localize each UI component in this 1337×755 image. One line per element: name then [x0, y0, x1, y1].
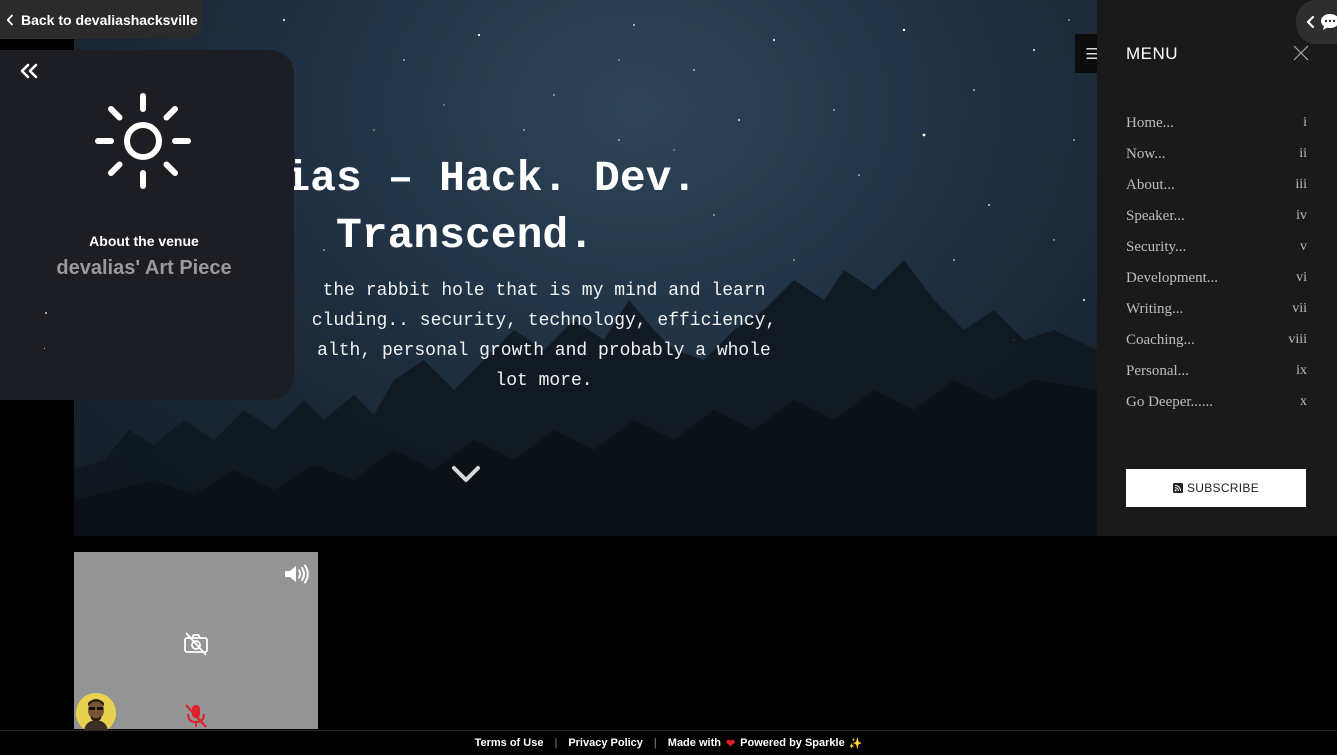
- menu-item-coaching[interactable]: Coaching... viii: [1126, 330, 1307, 361]
- menu-item-number: ix: [1296, 363, 1307, 378]
- menu-item-speaker[interactable]: Speaker... iv: [1126, 206, 1307, 237]
- menu-item-label: Home...: [1126, 115, 1174, 131]
- close-icon[interactable]: [1293, 45, 1309, 61]
- menu-item-number: v: [1300, 239, 1307, 254]
- venue-name: devalias' Art Piece: [56, 257, 232, 279]
- rss-icon: [1172, 483, 1183, 493]
- hero-subtitle-line: cluding.. security, technology, efficien…: [311, 311, 777, 331]
- menu-item-label: Speaker...: [1126, 208, 1185, 224]
- venue-description-dot: [45, 312, 47, 314]
- menu-item-number: ii: [1299, 146, 1307, 161]
- footer-separator: |: [554, 737, 558, 749]
- menu-item-number: vi: [1296, 270, 1307, 285]
- terms-of-use-link[interactable]: Terms of Use: [475, 737, 544, 749]
- hero-subtitle-line: lot more.: [495, 371, 593, 391]
- footer: Terms of Use | Privacy Policy | Made wit…: [0, 730, 1337, 755]
- chevron-left-icon: [1306, 15, 1315, 29]
- menu-item-number: viii: [1288, 332, 1307, 347]
- menu-list: Home... i Now... ii About... iii Speaker...…: [1126, 113, 1307, 423]
- menu-title: MENU: [1126, 44, 1179, 63]
- menu-item-label: Personal...: [1126, 363, 1189, 379]
- chat-toggle-button[interactable]: [1296, 0, 1337, 44]
- menu-item-security[interactable]: Security... v: [1126, 237, 1307, 268]
- heart-icon: ❤: [725, 737, 736, 750]
- camera-off-icon: [184, 632, 208, 656]
- menu-item-go-deeper[interactable]: Go Deeper...... x: [1126, 392, 1307, 423]
- menu-item-number: x: [1300, 394, 1307, 409]
- sun-icon: [95, 93, 191, 189]
- scroll-down-chevron-icon[interactable]: [450, 460, 482, 486]
- menu-item-label: Security...: [1126, 239, 1187, 255]
- subscribe-label: SUBSCRIBE: [1186, 481, 1260, 495]
- hero-subtitle: the rabbit hole that is my mind and lear…: [264, 276, 824, 396]
- menu-item-development[interactable]: Development... vi: [1126, 268, 1307, 299]
- subscribe-button[interactable]: SUBSCRIBE: [1126, 469, 1306, 507]
- chevron-left-icon: [6, 14, 13, 25]
- side-menu: MENU Home... i Now... ii About... iii Speak…: [1097, 0, 1337, 536]
- menu-item-number: i: [1303, 115, 1307, 130]
- mic-muted-icon[interactable]: [182, 703, 210, 729]
- avatar[interactable]: [76, 693, 116, 733]
- menu-item-label: Coaching...: [1126, 332, 1195, 348]
- menu-item-number: vii: [1292, 301, 1307, 316]
- back-button-label: Back to devaliashacksville: [21, 11, 198, 28]
- menu-item-home[interactable]: Home... i: [1126, 113, 1307, 144]
- sparkle-icon: ✨: [848, 737, 863, 750]
- menu-item-label: Go Deeper......: [1126, 394, 1214, 410]
- venue-label: About the venue: [89, 233, 199, 249]
- menu-item-number: iii: [1295, 177, 1307, 192]
- menu-item-label: About...: [1126, 177, 1175, 193]
- collapse-double-chevron-icon[interactable]: [18, 62, 40, 80]
- back-button[interactable]: Back to devaliashacksville: [0, 0, 202, 39]
- made-with-label: Made with: [667, 737, 721, 749]
- menu-item-label: Now...: [1126, 146, 1166, 162]
- menu-item-number: iv: [1296, 208, 1307, 223]
- menu-item-about[interactable]: About... iii: [1126, 175, 1307, 206]
- venue-description-dot: [44, 348, 45, 349]
- powered-by-sparkle-link[interactable]: Powered by Sparkle: [740, 737, 845, 749]
- menu-item-now[interactable]: Now... ii: [1126, 144, 1307, 175]
- menu-item-writing[interactable]: Writing... vii: [1126, 299, 1307, 330]
- privacy-policy-link[interactable]: Privacy Policy: [568, 737, 643, 749]
- venue-info-card: About the venue devalias' Art Piece: [0, 50, 294, 400]
- hero-subtitle-line: alth, personal growth and probably a who…: [317, 341, 771, 361]
- speaker-volume-icon[interactable]: [283, 563, 309, 585]
- user-portrait-icon: [76, 693, 116, 733]
- hero-subtitle-line: the rabbit hole that is my mind and lear…: [322, 281, 766, 301]
- menu-item-personal[interactable]: Personal... ix: [1126, 361, 1307, 392]
- menu-item-label: Development...: [1126, 270, 1219, 286]
- chat-bubble-icon: [1321, 14, 1337, 30]
- footer-separator: |: [653, 737, 657, 749]
- menu-item-label: Writing...: [1126, 301, 1184, 317]
- participant-video-tile: [74, 552, 318, 733]
